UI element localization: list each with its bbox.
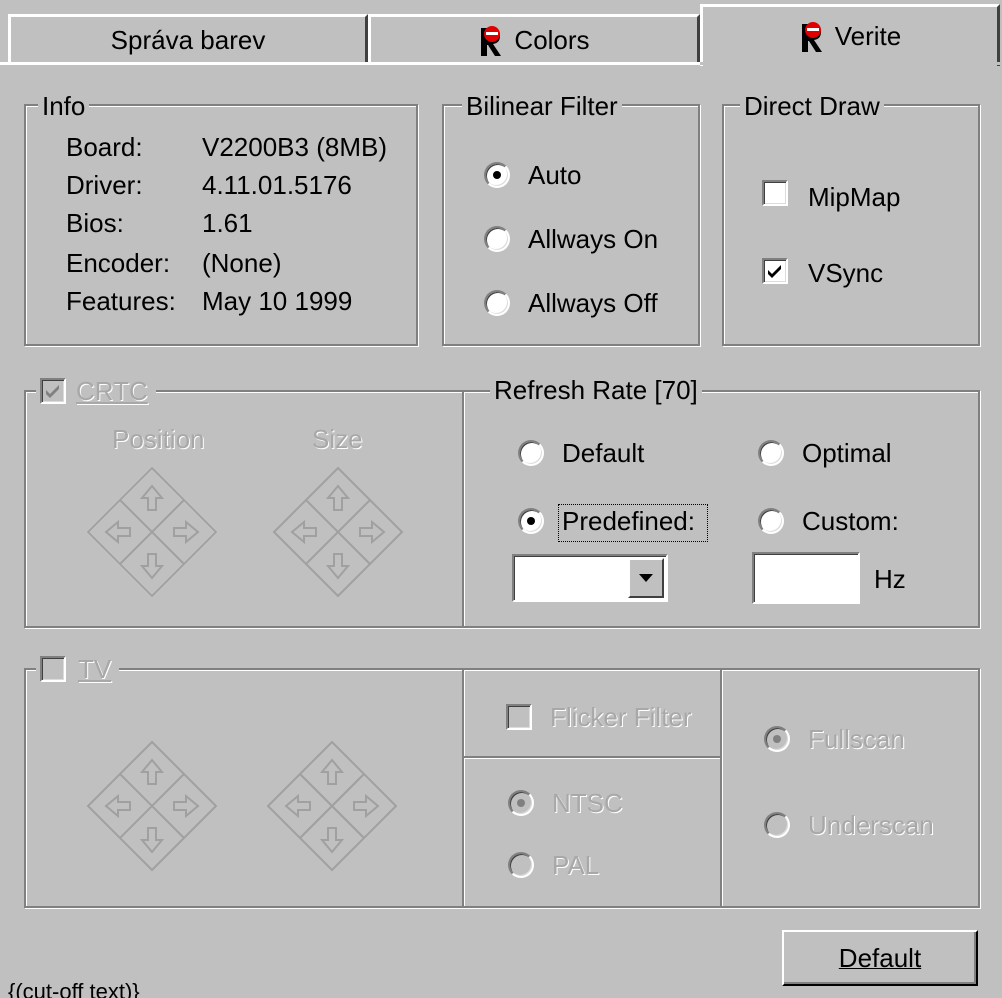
chevron-down-icon xyxy=(639,574,653,582)
tab-sprava-barev[interactable]: Správa barev xyxy=(8,14,368,64)
pal-label[interactable]: PAL xyxy=(552,850,599,880)
refresh-predefined-radio[interactable] xyxy=(518,508,544,534)
tab-label: Správa barev xyxy=(110,25,266,55)
flicker-filter-checkbox[interactable] xyxy=(506,704,532,730)
bilinear-always-off-label[interactable]: Allways Off xyxy=(528,288,658,318)
bilinear-auto-radio[interactable] xyxy=(484,162,510,188)
ntsc-label[interactable]: NTSC xyxy=(552,788,623,818)
tab-label: Verite xyxy=(834,21,902,51)
info-encoder-value: (None) xyxy=(202,248,282,278)
direct-draw-group xyxy=(722,104,980,346)
crtc-refresh-divider xyxy=(462,392,464,626)
hz-unit-label: Hz xyxy=(874,564,906,594)
tv-right-divider xyxy=(720,670,722,906)
fullscan-radio[interactable] xyxy=(764,726,790,752)
r-logo-icon xyxy=(801,21,822,52)
info-bios-value: 1.61 xyxy=(202,208,253,238)
crtc-size-label: Size xyxy=(312,424,363,454)
crtc-label: CRTC xyxy=(76,375,148,406)
tab-colors[interactable]: Colors xyxy=(368,14,700,64)
info-group-title: Info xyxy=(38,92,90,120)
size-arrow-pad-icon[interactable] xyxy=(270,464,406,600)
refresh-default-label[interactable]: Default xyxy=(562,438,644,468)
info-driver-value: 4.11.01.5176 xyxy=(202,170,352,200)
default-button[interactable]: Default xyxy=(782,930,978,986)
refresh-default-radio[interactable] xyxy=(518,440,544,466)
bilinear-auto-label[interactable]: Auto xyxy=(528,160,582,190)
tab-label: Colors xyxy=(514,25,590,55)
flicker-filter-label[interactable]: Flicker Filter xyxy=(550,702,692,732)
info-bios-label: Bios: xyxy=(66,208,124,238)
tv-mid-divider xyxy=(464,756,720,758)
crtc-position-label: Position xyxy=(112,424,205,454)
custom-rate-input[interactable] xyxy=(752,552,860,604)
refresh-optimal-label[interactable]: Optimal xyxy=(802,438,892,468)
refresh-custom-radio[interactable] xyxy=(758,508,784,534)
direct-draw-title: Direct Draw xyxy=(740,92,884,120)
tv-label: TV xyxy=(78,653,112,684)
dropdown-arrow-button[interactable] xyxy=(628,558,664,598)
bilinear-always-on-label[interactable]: Allways On xyxy=(528,224,658,254)
info-encoder-label: Encoder: xyxy=(66,248,171,278)
ntsc-radio[interactable] xyxy=(508,790,534,816)
bilinear-filter-title: Bilinear Filter xyxy=(462,92,622,120)
underscan-label[interactable]: Underscan xyxy=(808,810,934,840)
refresh-custom-label[interactable]: Custom: xyxy=(802,506,899,536)
tv-left-divider xyxy=(462,670,464,906)
checkmark-icon xyxy=(46,385,59,398)
underscan-radio[interactable] xyxy=(764,812,790,838)
fullscan-label[interactable]: Fullscan xyxy=(808,724,905,754)
info-features-label: Features: xyxy=(66,286,176,316)
tv-size-arrow-pad-icon[interactable] xyxy=(264,738,400,874)
pal-radio[interactable] xyxy=(508,852,534,878)
info-board-label: Board: xyxy=(66,132,143,162)
crtc-checkbox[interactable] xyxy=(40,378,66,404)
vsync-label[interactable]: VSync xyxy=(808,258,883,288)
crtc-toggle[interactable]: CRTC xyxy=(36,376,156,406)
bilinear-always-off-radio[interactable] xyxy=(484,290,510,316)
vsync-checkbox[interactable] xyxy=(762,258,788,284)
refresh-predefined-label[interactable]: Predefined: xyxy=(562,506,695,536)
info-features-value: May 10 1999 xyxy=(202,286,353,316)
predefined-rate-dropdown[interactable] xyxy=(512,554,668,602)
tv-toggle[interactable]: TV xyxy=(36,653,120,684)
tab-verite[interactable]: Verite xyxy=(700,4,1000,66)
tv-position-arrow-pad-icon[interactable] xyxy=(84,738,220,874)
mipmap-checkbox[interactable] xyxy=(762,180,788,206)
default-button-label: Default xyxy=(838,942,922,973)
checkmark-icon xyxy=(768,265,781,278)
position-arrow-pad-icon[interactable] xyxy=(84,464,220,600)
info-board-value: V2200B3 (8MB) xyxy=(202,132,387,162)
refresh-optimal-radio[interactable] xyxy=(758,440,784,466)
r-logo-icon xyxy=(481,25,502,56)
bilinear-always-on-radio[interactable] xyxy=(484,226,510,252)
tv-checkbox[interactable] xyxy=(40,656,66,682)
footer-cutoff-text: {(cut-off text)} xyxy=(8,982,140,998)
refresh-rate-title: Refresh Rate [70] xyxy=(490,376,702,404)
mipmap-label[interactable]: MipMap xyxy=(808,182,900,212)
info-driver-label: Driver: xyxy=(66,170,143,200)
active-tab-gap xyxy=(700,62,1002,65)
